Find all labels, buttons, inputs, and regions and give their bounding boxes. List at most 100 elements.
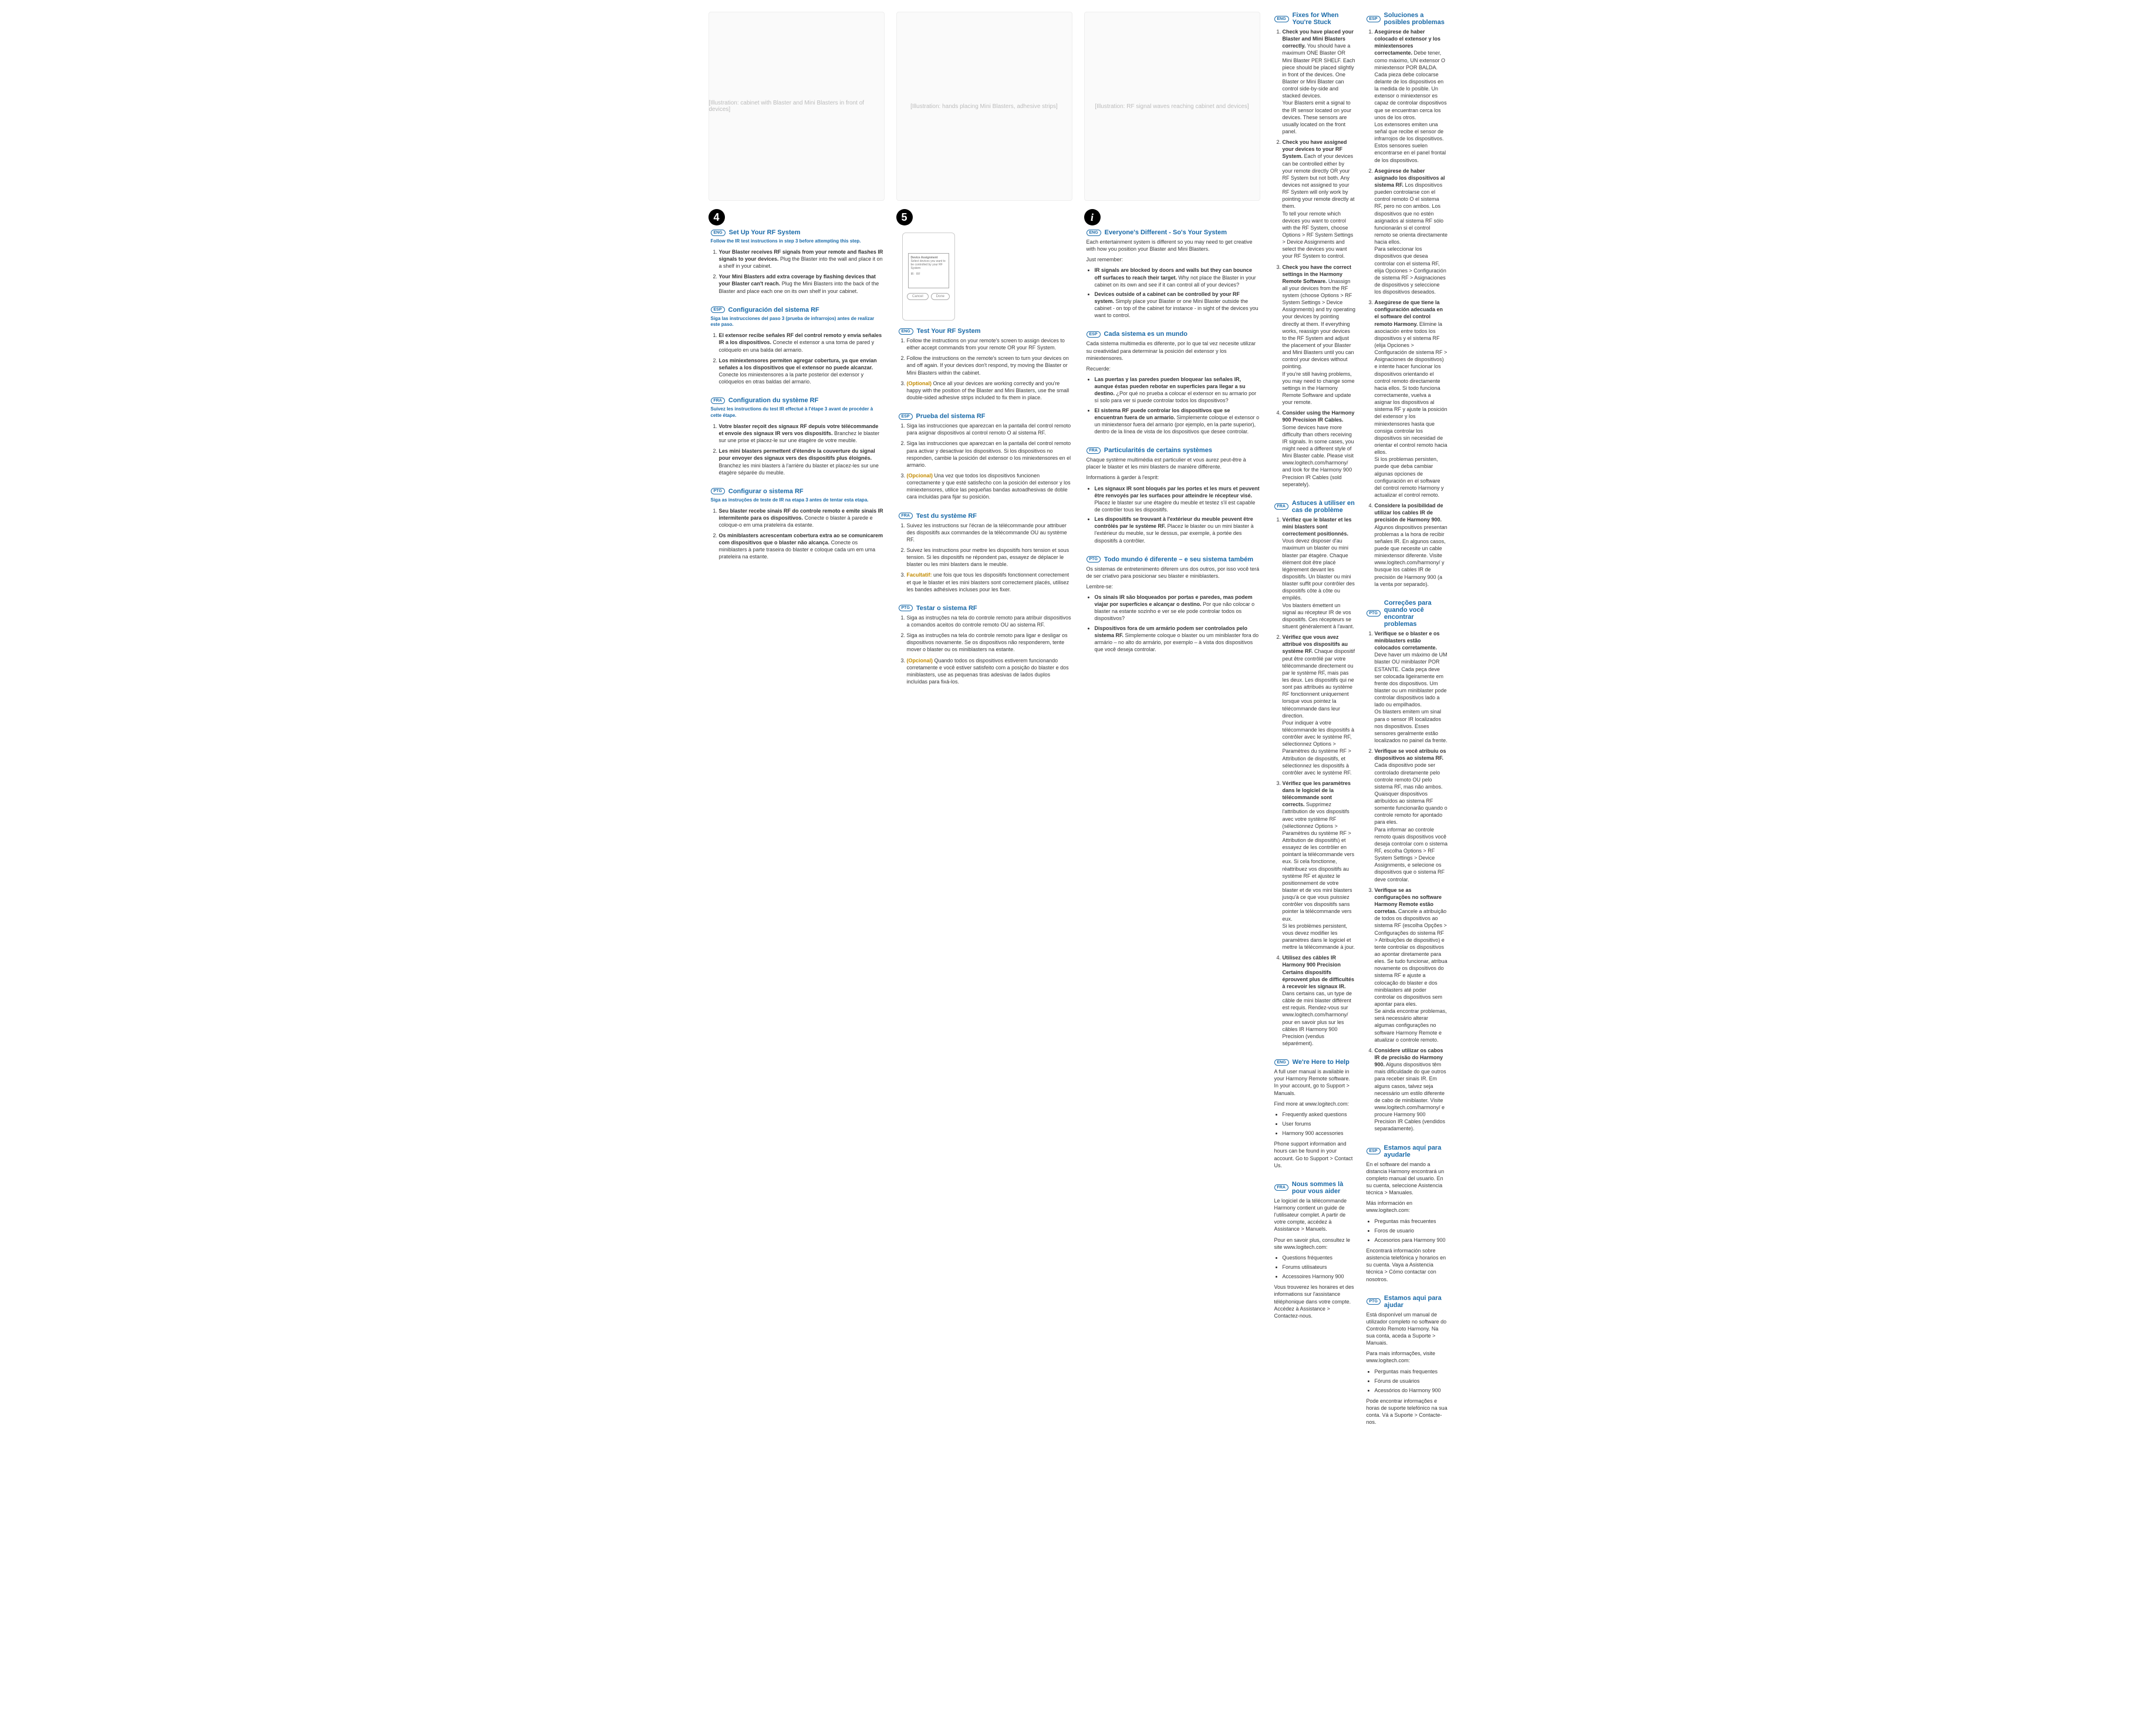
paragraph: If you're still having problems, you may… bbox=[1283, 370, 1356, 406]
list-item: Consider using the Harmony 900 Precision… bbox=[1283, 409, 1356, 488]
step-i-badge: i bbox=[1084, 209, 1101, 225]
list-item: Considere utilizar os cabos IR de precis… bbox=[1375, 1047, 1448, 1133]
list-item: Follow the instructions on the remote's … bbox=[907, 355, 1072, 376]
lang-pill-eng: ENG bbox=[899, 328, 913, 335]
section-title: ENG Test Your RF System bbox=[899, 328, 1072, 335]
paragraph: Lembre-se: bbox=[1087, 583, 1260, 590]
list-item: Asegúrese de que tiene la configuración … bbox=[1375, 299, 1448, 498]
bullet-list: IR signals are blocked by doors and wall… bbox=[1095, 267, 1260, 319]
section-title: PTG Configurar o sistema RF bbox=[711, 488, 885, 495]
list-item: Les dispositifs se trouvant à l'extérieu… bbox=[1095, 516, 1260, 544]
list-item: Dispositivos fora de um armário podem se… bbox=[1095, 625, 1260, 654]
list-item: Suivez les instructions pour mettre les … bbox=[907, 547, 1072, 568]
section-title: ESP Estamos aquí para ayudarle bbox=[1367, 1144, 1448, 1158]
lang-pill-esp: ESP bbox=[1367, 16, 1381, 22]
paragraph: Pour en savoir plus, consultez le site w… bbox=[1274, 1237, 1356, 1251]
step5-esp: ESP Prueba del sistema RF Siga las instr… bbox=[896, 413, 1072, 504]
lang-pill-eng: ENG bbox=[711, 230, 726, 236]
title-text: Cada sistema es un mundo bbox=[1104, 331, 1187, 338]
paragraph: Para informar ao controle remoto quais d… bbox=[1375, 826, 1448, 883]
step4-eng: ENG Set Up Your RF System Follow the IR … bbox=[708, 229, 885, 298]
remote-cancel-button[interactable]: Cancel bbox=[907, 293, 929, 300]
lang-pill-esp: ESP bbox=[899, 413, 913, 420]
step-5-badge: 5 bbox=[896, 209, 913, 225]
section-title: ESP Prueba del sistema RF bbox=[899, 413, 1072, 420]
info-ptg: PTG Todo mundo é diferente – e seu siste… bbox=[1084, 556, 1260, 657]
section-title: FRA Particularités de certains systèmes bbox=[1087, 447, 1260, 454]
title-text: Particularités de certains systèmes bbox=[1104, 447, 1212, 454]
lang-pill-ptg: PTG bbox=[1367, 1298, 1381, 1305]
illustration-rf-signal: [Illustration: RF signal waves reaching … bbox=[1084, 12, 1260, 201]
column-4-left: ENG Fixes for When You're Stuck Check yo… bbox=[1272, 12, 1356, 1438]
title-text: Set Up Your RF System bbox=[729, 229, 801, 236]
title-text: Estamos aqui para ajudar bbox=[1384, 1295, 1448, 1309]
list-item: Asegúrese de haber asignado los disposit… bbox=[1375, 167, 1448, 296]
remote-screen-text: Select devices you want to be controlled… bbox=[911, 260, 946, 270]
title-text: Nous sommes là pour vous aider bbox=[1292, 1181, 1356, 1195]
optional-label: (Opcional) bbox=[907, 658, 934, 663]
list-item: Les mini blasters permettent d'étendre l… bbox=[719, 447, 885, 476]
paragraph: En el software del mando a distancia Har… bbox=[1367, 1161, 1448, 1197]
paragraph: Se ainda encontrar problemas, será neces… bbox=[1375, 1008, 1448, 1043]
list: Siga as instruções na tela do controle r… bbox=[907, 614, 1072, 685]
column-4-right: ESP Soluciones a posibles problemas Aseg… bbox=[1364, 12, 1448, 1438]
page-grid: [Illustration: cabinet with Blaster and … bbox=[708, 12, 1448, 1438]
item-text: Cancele a atribuição de todos os disposi… bbox=[1375, 908, 1448, 1007]
lang-pill-eng: ENG bbox=[1274, 1059, 1289, 1066]
bullet-list: Frequently asked questions User forums H… bbox=[1283, 1111, 1356, 1137]
list-item: Os miniblasters acrescentam cobertura ex… bbox=[719, 532, 885, 561]
list: Verifique se o blaster e os miniblasters… bbox=[1375, 630, 1448, 1133]
item-text: Deve haver um máximo de UM blaster OU mi… bbox=[1375, 652, 1448, 708]
item-text: Supprimez l'attribution de vos dispositi… bbox=[1283, 801, 1355, 921]
remote-done-button[interactable]: Done bbox=[931, 293, 950, 300]
step5-eng: ENG Test Your RF System Follow the instr… bbox=[896, 328, 1072, 405]
paragraph: Para seleccionar los dispositivos que de… bbox=[1375, 245, 1448, 295]
bold-lead: Los miniextensores permiten agregar cobe… bbox=[719, 358, 877, 370]
lang-pill-ptg: PTG bbox=[899, 605, 913, 611]
list-item: Verifique se as configurações no softwar… bbox=[1375, 887, 1448, 1043]
remote-screen-options: IR · RF bbox=[911, 272, 946, 276]
list-item: Foros de usuario bbox=[1375, 1227, 1448, 1234]
subnote: Follow the IR test instructions in step … bbox=[711, 238, 885, 245]
paragraph: Find more at www.logitech.com: bbox=[1274, 1100, 1356, 1107]
help-ptg: PTG Estamos aqui para ajudar Está dispon… bbox=[1364, 1295, 1448, 1430]
lang-pill-fra: FRA bbox=[1274, 1184, 1288, 1191]
lang-pill-ptg: PTG bbox=[1087, 556, 1101, 562]
list-item: Verifique se você atribuiu os dispositiv… bbox=[1375, 747, 1448, 883]
paragraph: Si los problemas persisten, puede que de… bbox=[1375, 456, 1448, 498]
column-4: ENG Fixes for When You're Stuck Check yo… bbox=[1272, 12, 1448, 1438]
list-item: Facultatif: une fois que tous les dispos… bbox=[907, 571, 1072, 592]
list-item: Questions fréquentes bbox=[1283, 1254, 1356, 1261]
fixes-ptg: PTG Correções para quando você encontrar… bbox=[1364, 599, 1448, 1136]
paragraph: A full user manual is available in your … bbox=[1274, 1068, 1356, 1097]
lang-pill-eng: ENG bbox=[1274, 16, 1289, 22]
list-item: Follow the instructions on your remote's… bbox=[907, 337, 1072, 351]
lang-pill-ptg: PTG bbox=[1367, 610, 1381, 617]
item-text: Debe tener, como máximo, UN extensor O m… bbox=[1375, 50, 1447, 120]
title-text: Prueba del sistema RF bbox=[916, 413, 986, 420]
list-item: Devices outside of a cabinet can be cont… bbox=[1095, 291, 1260, 319]
info-eng: ENG Everyone's Different - So's Your Sys… bbox=[1084, 229, 1260, 322]
list-item: Frequently asked questions bbox=[1283, 1111, 1356, 1118]
paragraph: Los extensores emiten una señal que reci… bbox=[1375, 121, 1448, 164]
item-text: Conecte los miniextensores a la parte po… bbox=[719, 372, 864, 385]
subnote: Siga las instrucciones del paso 3 (prueb… bbox=[711, 316, 885, 329]
bullet-list: Perguntas mais frequentes Fóruns de usuá… bbox=[1375, 1368, 1448, 1394]
paragraph: Your Blasters emit a signal to the IR se… bbox=[1283, 99, 1356, 135]
paragraph: Each entertainment system is different s… bbox=[1087, 238, 1260, 252]
list-item: Los miniextensores permiten agregar cobe… bbox=[719, 357, 885, 386]
list-item: Seu blaster recebe sinais RF do controle… bbox=[719, 507, 885, 528]
item-text: Algunos dispositivos presentan problemas… bbox=[1375, 524, 1448, 587]
list-item: User forums bbox=[1283, 1120, 1356, 1127]
lang-pill-esp: ESP bbox=[711, 306, 725, 313]
fixes-esp: ESP Soluciones a posibles problemas Aseg… bbox=[1364, 12, 1448, 591]
paragraph: Phone support information and hours can … bbox=[1274, 1140, 1356, 1169]
step4-fra: FRA Configuration du système RF Suivez l… bbox=[708, 397, 885, 480]
list-item: Verifique se o blaster e os miniblasters… bbox=[1375, 630, 1448, 744]
paragraph: Si les problèmes persistent, vous devez … bbox=[1283, 922, 1356, 951]
title-text: We're Here to Help bbox=[1293, 1059, 1349, 1066]
bullet-list: Os sinais IR são bloqueados por portas e… bbox=[1095, 594, 1260, 653]
list: Your Blaster receives RF signals from yo… bbox=[719, 248, 885, 295]
item-text: Elimine la asociación entre todos los di… bbox=[1375, 321, 1448, 456]
section-title: PTG Estamos aqui para ajudar bbox=[1367, 1295, 1448, 1309]
